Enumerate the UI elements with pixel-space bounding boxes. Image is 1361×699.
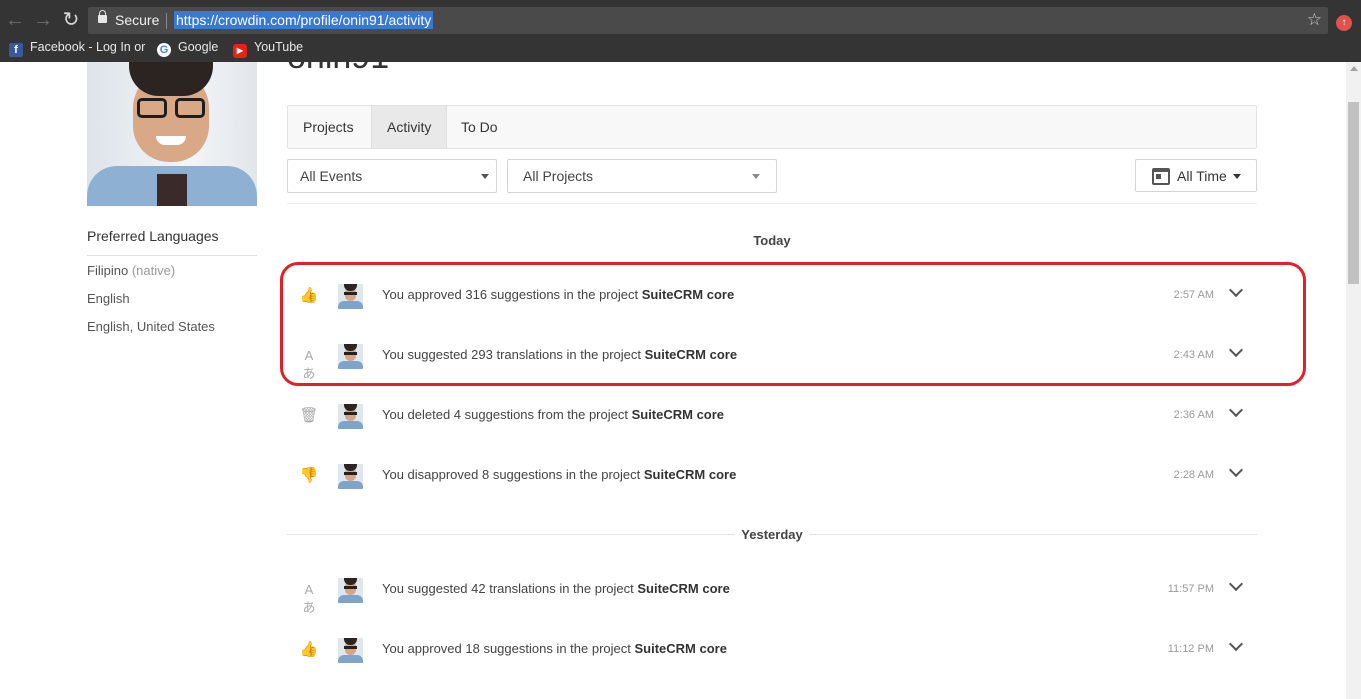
activity-row[interactable]: 👍 You approved 18 suggestions in the pro… xyxy=(287,620,1257,680)
project-name[interactable]: SuiteCRM core xyxy=(634,641,726,656)
bookmark-label: Facebook - Log In or xyxy=(30,40,146,54)
google-icon: G xyxy=(157,43,171,57)
activity-row[interactable]: Aあ You suggested 42 translations in the … xyxy=(287,560,1257,620)
activity-message: You approved 18 suggestions in the proje… xyxy=(382,641,727,656)
tab-activity[interactable]: Activity xyxy=(371,106,448,148)
user-avatar xyxy=(338,464,363,489)
highlight-annotation xyxy=(280,262,1306,386)
activity-message: You disapproved 8 suggestions in the pro… xyxy=(382,467,737,482)
language-item: English, United States xyxy=(87,319,215,334)
bookmark-label: YouTube xyxy=(254,40,304,54)
bookmark-star-icon[interactable]: ☆ xyxy=(1307,10,1322,30)
url-text[interactable]: https://crowdin.com/profile/onin91/activ… xyxy=(174,11,434,29)
caret-down-icon xyxy=(752,174,760,179)
language-item: Filipino (native) xyxy=(87,263,175,278)
secure-label: Secure xyxy=(115,12,160,28)
profile-avatar xyxy=(87,62,257,206)
chevron-down-icon[interactable] xyxy=(1228,636,1244,652)
project-name[interactable]: SuiteCRM core xyxy=(637,581,729,596)
projects-filter-select[interactable]: All Projects xyxy=(507,159,777,193)
project-name[interactable]: SuiteCRM core xyxy=(632,407,724,422)
activity-time: 2:28 AM xyxy=(1173,469,1214,481)
user-avatar xyxy=(338,638,363,663)
omnibox[interactable]: Secure https://crowdin.com/profile/onin9… xyxy=(88,7,1328,34)
language-note: (native) xyxy=(131,263,176,278)
user-avatar xyxy=(338,404,363,429)
divider xyxy=(87,255,257,256)
events-filter-select[interactable]: All Events xyxy=(287,159,497,193)
bookmark-label: Google xyxy=(178,40,219,54)
trash-icon: 🗑 xyxy=(299,407,319,424)
lock-icon xyxy=(98,10,107,23)
language-name: English, United States xyxy=(87,319,215,334)
project-name[interactable]: SuiteCRM core xyxy=(644,467,736,482)
scroll-up-arrow-icon[interactable] xyxy=(1350,66,1358,71)
day-header-today: Today xyxy=(287,233,1257,248)
address-bar-row: ← → ↻ Secure https://crowdin.com/profile… xyxy=(0,4,1361,36)
browser-chrome: ← → ↻ Secure https://crowdin.com/profile… xyxy=(0,0,1361,62)
page-scrollbar[interactable] xyxy=(1346,62,1361,699)
language-item: English xyxy=(87,291,130,306)
events-filter-value: All Events xyxy=(300,168,363,184)
tab-todo[interactable]: To Do xyxy=(446,106,513,148)
time-filter-label: All Time xyxy=(1177,168,1227,184)
chevron-down-icon[interactable] xyxy=(1228,402,1244,418)
language-name: English xyxy=(87,291,130,306)
calendar-icon xyxy=(1152,168,1170,185)
activity-message: You deleted 4 suggestions from the proje… xyxy=(382,407,725,422)
activity-row[interactable]: 👎 You disapproved 8 suggestions in the p… xyxy=(287,446,1257,506)
language-name: Filipino xyxy=(87,263,129,278)
day-label: Yesterday xyxy=(735,527,809,542)
forward-arrow-icon[interactable]: → xyxy=(32,9,54,31)
omnibox-divider xyxy=(166,13,167,29)
chevron-down-icon[interactable] xyxy=(1228,576,1244,592)
scroll-thumb[interactable] xyxy=(1348,102,1359,284)
caret-down-icon xyxy=(481,174,489,179)
preferred-languages-title: Preferred Languages xyxy=(87,228,219,244)
extension-icon[interactable]: ↑ xyxy=(1336,15,1352,31)
profile-tabs: Projects Activity To Do xyxy=(287,105,1257,149)
thumbs-down-icon: 👎 xyxy=(299,467,319,484)
day-label: Today xyxy=(747,233,797,248)
bookmark-facebook[interactable]: f Facebook - Log In or xyxy=(9,40,146,57)
thumbs-up-icon: 👍 xyxy=(299,641,319,658)
reload-icon[interactable]: ↻ xyxy=(60,9,82,31)
activity-message: You suggested 42 translations in the pro… xyxy=(382,581,730,596)
activity-time: 11:12 PM xyxy=(1167,643,1214,655)
activity-time: 2:36 AM xyxy=(1173,409,1214,421)
chevron-down-icon[interactable] xyxy=(1228,462,1244,478)
bookmark-google[interactable]: G Google xyxy=(157,40,219,57)
back-arrow-icon[interactable]: ← xyxy=(4,9,26,31)
bookmarks-bar: f Facebook - Log In or G Google ▶ YouTube xyxy=(0,37,1361,59)
caret-down-icon xyxy=(1233,174,1241,179)
bookmark-youtube[interactable]: ▶ YouTube xyxy=(233,40,304,58)
day-header-yesterday: Yesterday xyxy=(287,527,1257,542)
facebook-icon: f xyxy=(9,43,23,57)
translate-icon: Aあ xyxy=(302,582,316,615)
divider xyxy=(287,203,1257,204)
user-avatar xyxy=(338,578,363,603)
activity-row[interactable]: 🗑 You deleted 4 suggestions from the pro… xyxy=(287,386,1257,446)
time-filter-button[interactable]: All Time xyxy=(1135,159,1257,192)
projects-filter-value: All Projects xyxy=(523,168,594,184)
activity-time: 11:57 PM xyxy=(1167,583,1214,595)
youtube-icon: ▶ xyxy=(233,44,247,58)
tab-projects[interactable]: Projects xyxy=(288,106,369,148)
